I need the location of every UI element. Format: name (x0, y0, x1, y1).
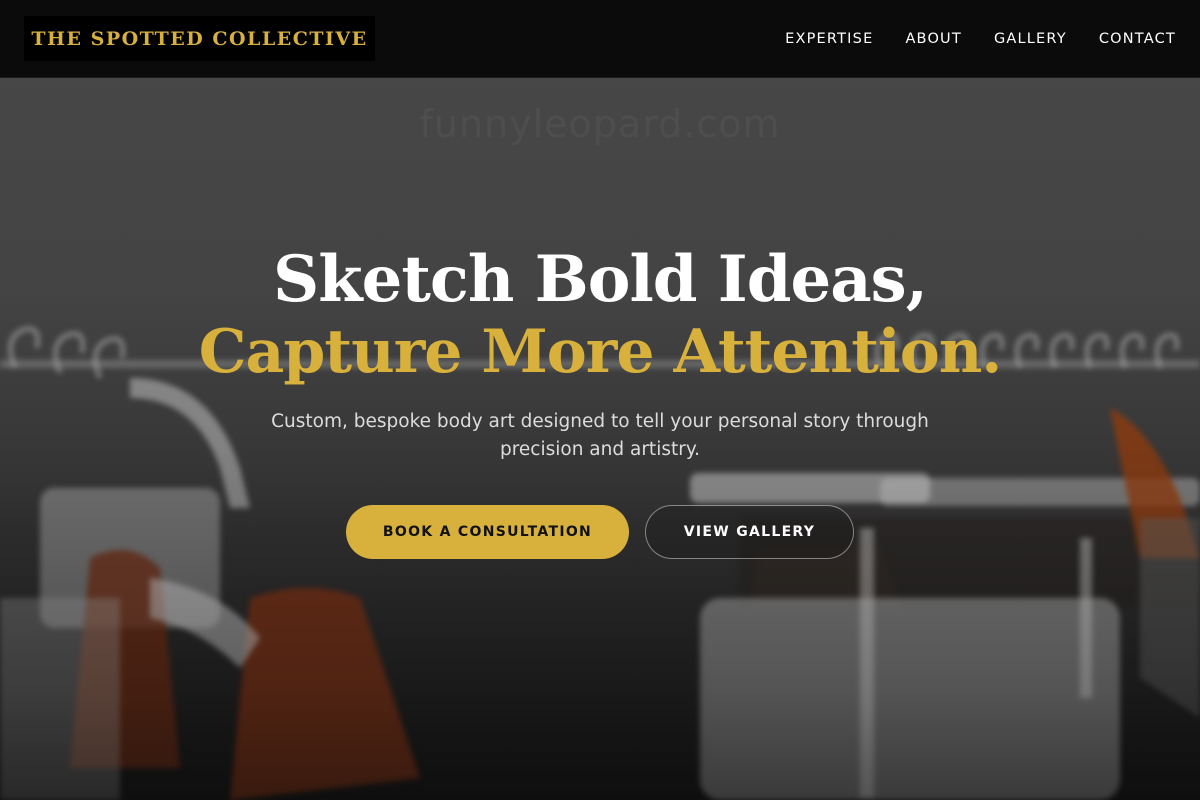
headline-line-1: Sketch Bold Ideas, (273, 242, 928, 317)
logo[interactable]: THE SPOTTED COLLECTIVE (24, 16, 375, 61)
book-consultation-button[interactable]: BOOK A CONSULTATION (346, 505, 629, 559)
nav-link-gallery[interactable]: GALLERY (994, 31, 1067, 47)
headline-line-2: Capture More Attention. (198, 317, 1002, 387)
view-gallery-button[interactable]: VIEW GALLERY (645, 505, 854, 559)
nav-link-contact[interactable]: CONTACT (1099, 31, 1176, 47)
nav-link-expertise[interactable]: EXPERTISE (785, 31, 873, 47)
nav-link-about[interactable]: ABOUT (905, 31, 962, 47)
logo-text: THE SPOTTED COLLECTIVE (31, 27, 368, 50)
watermark-text: funnyleopard.com (0, 102, 1200, 146)
site-header: THE SPOTTED COLLECTIVE EXPERTISE ABOUT G… (0, 0, 1200, 78)
main-nav: EXPERTISE ABOUT GALLERY CONTACT (785, 0, 1176, 77)
hero-subtitle: Custom, bespoke body art designed to tel… (271, 411, 929, 460)
